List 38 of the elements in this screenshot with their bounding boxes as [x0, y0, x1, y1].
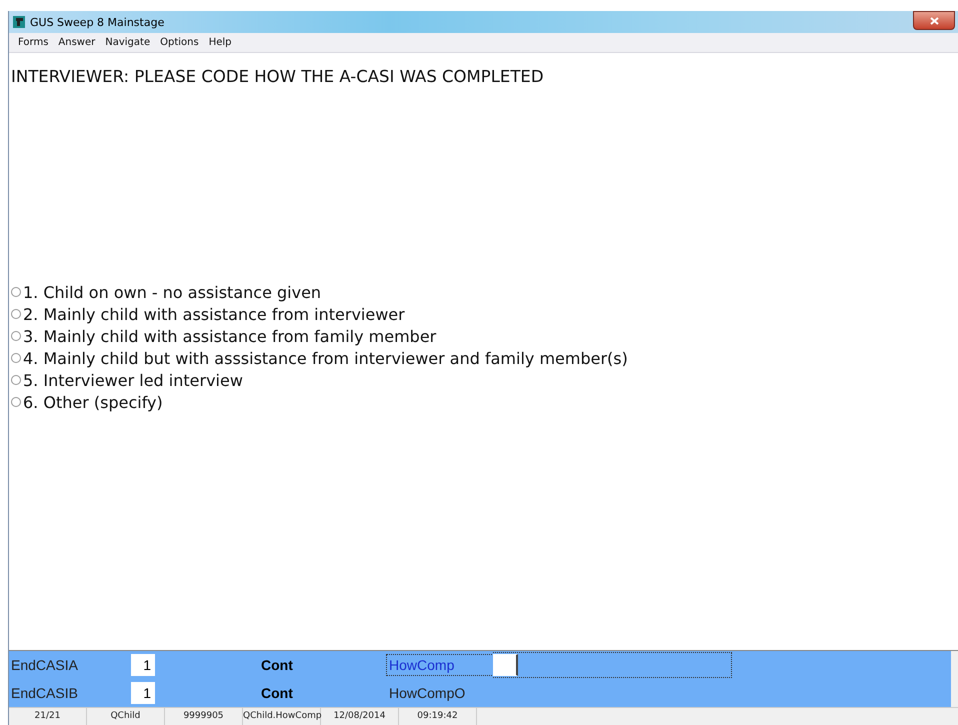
status-cell: 12/08/2014	[321, 708, 399, 725]
option-label[interactable]: 1. Child on own - no assistance given	[23, 282, 322, 302]
field-status: Cont	[261, 657, 294, 673]
status-cell: QChild.HowComp	[243, 708, 321, 725]
menu-item[interactable]: Answer	[54, 37, 102, 48]
app-icon	[13, 16, 25, 28]
answer-field[interactable]	[493, 654, 518, 676]
radio-button[interactable]	[11, 375, 21, 385]
option-label[interactable]: 5. Interviewer led interview	[23, 370, 243, 390]
menu-item[interactable]: Options	[156, 37, 205, 48]
status-cell: 21/21	[9, 708, 87, 725]
radio-button[interactable]	[11, 397, 21, 407]
field-name: EndCASIB	[11, 685, 79, 701]
field-status: Cont	[261, 685, 294, 701]
option-label[interactable]: 4. Mainly child but with asssistance from interviewer and family member(s)	[23, 348, 628, 368]
option-label[interactable]: 2. Mainly child with assistance from interviewer	[23, 304, 405, 324]
menu-item[interactable]: Navigate	[101, 37, 156, 48]
radio-button[interactable]	[11, 309, 21, 319]
window-title: GUS Sweep 8 Mainstage	[30, 16, 164, 28]
menu-item[interactable]: Help	[204, 37, 238, 48]
menu-item[interactable]: Forms	[14, 37, 54, 48]
close-icon	[930, 16, 938, 24]
field-value: 1	[131, 654, 155, 676]
radio-button[interactable]	[11, 331, 21, 341]
question-text: INTERVIEWER: PLEASE CODE HOW THE A-CASI WAS COMPLETED	[11, 67, 545, 86]
status-cell: QChild	[87, 708, 165, 725]
field-value: 1	[131, 682, 155, 704]
scroll-bar[interactable]	[951, 651, 958, 707]
status-cell: 09:19:42	[399, 708, 477, 725]
radio-button[interactable]	[11, 353, 21, 363]
field-name: EndCASIA	[11, 657, 79, 673]
next-field-name: HowCompO	[388, 684, 466, 703]
radio-button[interactable]	[11, 287, 21, 297]
status-cell: 9999905	[165, 708, 243, 725]
next-field-name: HowComp	[387, 655, 493, 675]
option-label[interactable]: 6. Other (specify)	[23, 392, 163, 412]
close-button[interactable]	[913, 11, 955, 30]
option-label[interactable]: 3. Mainly child with assistance from family member	[23, 326, 436, 346]
